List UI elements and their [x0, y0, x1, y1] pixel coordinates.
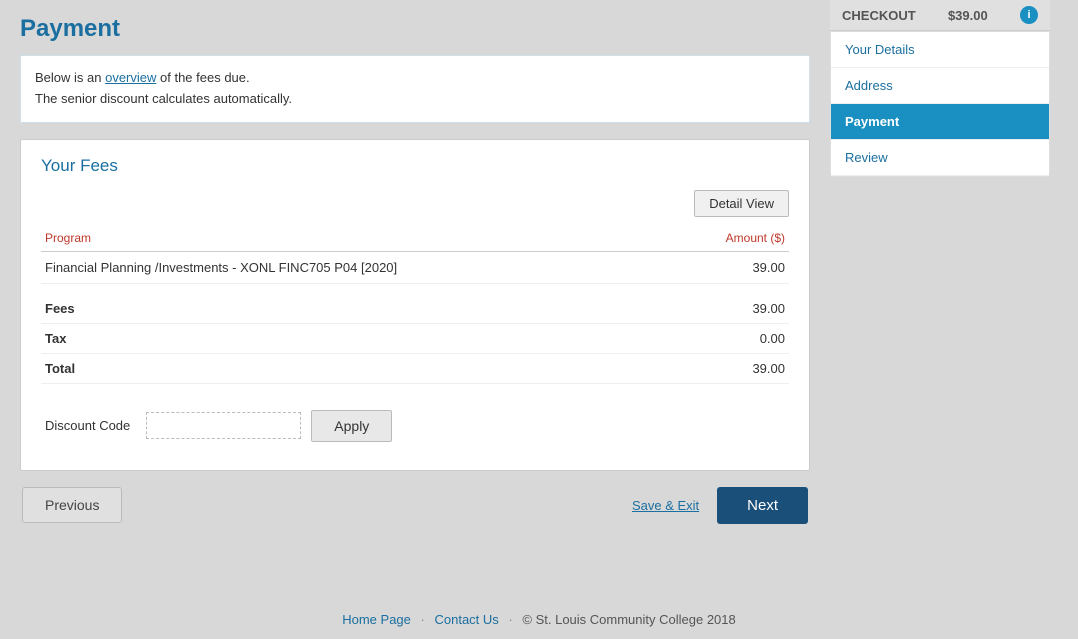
- fees-table: Program Amount ($) Financial Planning /I…: [41, 227, 789, 284]
- summary-value: 39.00: [752, 301, 785, 316]
- previous-button[interactable]: Previous: [22, 487, 122, 523]
- page-title: Payment: [20, 10, 810, 43]
- sidebar-nav-item[interactable]: Address: [831, 68, 1049, 104]
- info-line2: The senior discount calculates automatic…: [35, 89, 795, 110]
- program-column-header: Program: [41, 227, 671, 252]
- info-line1: Below is an overview of the fees due.: [35, 68, 795, 89]
- next-button[interactable]: Next: [717, 487, 808, 524]
- discount-code-label: Discount Code: [45, 418, 130, 433]
- nav-right: Save & Exit Next: [632, 487, 808, 524]
- fees-section-title: Your Fees: [41, 156, 789, 176]
- fees-section: Your Fees Detail View Program Amount ($)…: [20, 139, 810, 471]
- apply-button[interactable]: Apply: [311, 410, 392, 442]
- sidebar-nav-item[interactable]: Payment: [831, 104, 1049, 140]
- checkout-price: $39.00: [948, 8, 988, 23]
- separator2: ·: [508, 612, 512, 627]
- summary-label: Tax: [45, 331, 66, 346]
- separator1: ·: [421, 612, 425, 627]
- checkout-label: CHECKOUT: [842, 8, 916, 23]
- discount-code-input[interactable]: [146, 412, 301, 439]
- summary-row: Tax 0.00: [41, 324, 789, 354]
- program-cell: Financial Planning /Investments - XONL F…: [41, 251, 671, 283]
- summary-row: Fees 39.00: [41, 294, 789, 324]
- discount-row: Discount Code Apply: [41, 402, 789, 450]
- copyright-text: © St. Louis Community College 2018: [522, 612, 735, 627]
- amount-column-header: Amount ($): [671, 227, 789, 252]
- sidebar-nav-item[interactable]: Your Details: [831, 32, 1049, 68]
- info-box: Below is an overview of the fees due. Th…: [20, 55, 810, 123]
- table-row: Financial Planning /Investments - XONL F…: [41, 251, 789, 283]
- info-highlight: overview: [105, 70, 156, 85]
- summary-row: Total 39.00: [41, 354, 789, 384]
- detail-view-button[interactable]: Detail View: [694, 190, 789, 217]
- checkout-header: CHECKOUT $39.00 i: [830, 0, 1050, 31]
- sidebar-nav-item[interactable]: Review: [831, 140, 1049, 176]
- amount-cell: 39.00: [671, 251, 789, 283]
- contact-us-link[interactable]: Contact Us: [434, 612, 498, 627]
- fees-summary: Fees 39.00 Tax 0.00 Total 39.00: [41, 294, 789, 384]
- summary-value: 0.00: [760, 331, 785, 346]
- summary-label: Total: [45, 361, 75, 376]
- sidebar: CHECKOUT $39.00 i Your DetailsAddressPay…: [830, 0, 1050, 639]
- summary-label: Fees: [45, 301, 75, 316]
- save-exit-button[interactable]: Save & Exit: [632, 498, 699, 513]
- navigation-buttons: Previous Save & Exit Next: [20, 487, 810, 524]
- home-page-link[interactable]: Home Page: [342, 612, 411, 627]
- footer: Home Page · Contact Us · © St. Louis Com…: [0, 600, 1078, 639]
- info-icon[interactable]: i: [1020, 6, 1038, 24]
- sidebar-nav: Your DetailsAddressPaymentReview: [830, 31, 1050, 177]
- summary-value: 39.00: [752, 361, 785, 376]
